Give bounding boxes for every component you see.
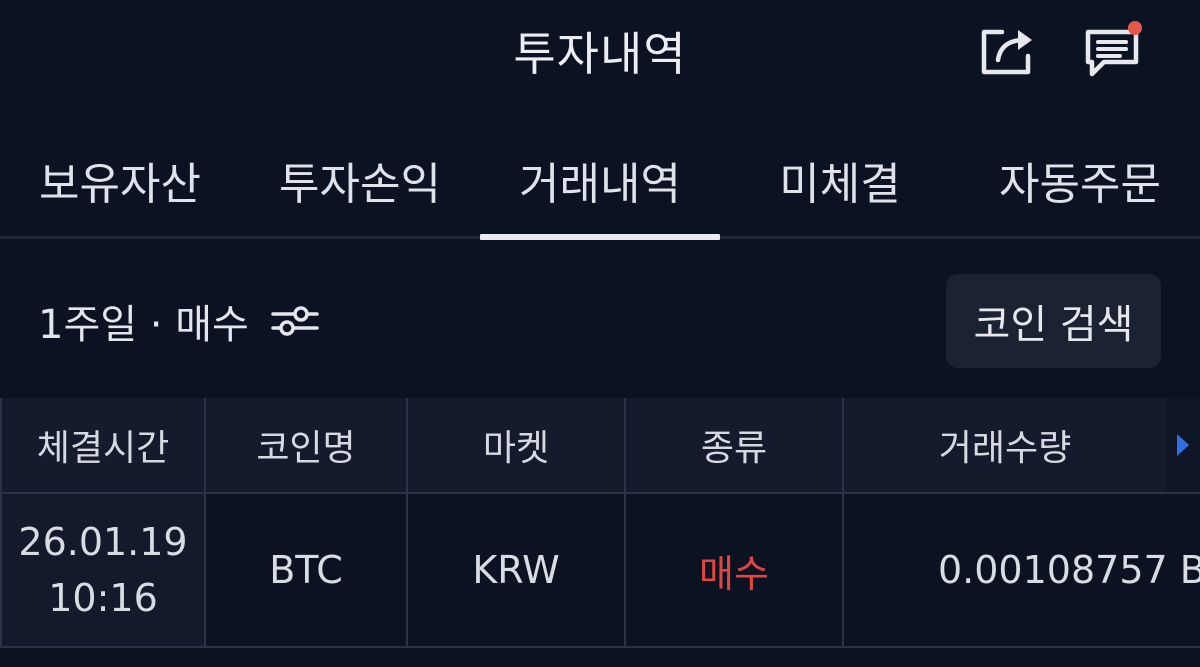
cell-trade-type: 매수 [626,494,844,648]
cell-trade-time: 26.01.19 10:16 [2,494,206,648]
notice-button[interactable] [1082,18,1146,82]
share-button[interactable] [976,18,1040,82]
column-header-coin: 코인명 [206,398,408,494]
scroll-right-button[interactable] [1166,398,1200,494]
column-header-market: 마켓 [408,398,626,494]
column-header-time: 체결시간 [2,398,206,494]
caret-right-icon [1177,434,1189,456]
tab-auto-orders[interactable]: 자동주문 [960,148,1200,220]
tab-transaction-history[interactable]: 거래내역 [480,148,720,220]
cell-quantity: 0.00108757 BTC [844,494,1200,648]
cell-market: KRW [408,494,626,648]
transaction-table: 체결시간 코인명 마켓 종류 거래수량 26.01.19 10:16 BTC K… [0,398,1200,650]
trade-date: 26.01.19 [18,520,188,564]
filter-label: 1주일 · 매수 [38,302,249,348]
active-tab-indicator [480,234,720,240]
tab-bar: 보유자산 투자손익 거래내역 미체결 자동주문 [0,130,1200,240]
tab-open-orders[interactable]: 미체결 [720,148,960,220]
column-header-quantity: 거래수량 [844,398,1166,494]
trade-time: 10:16 [48,576,158,620]
period-filter-button[interactable]: 1주일 · 매수 [38,292,319,350]
filter-sliders-icon [271,304,319,338]
column-header-type: 종류 [626,398,844,494]
tab-holdings[interactable]: 보유자산 [0,148,240,220]
app-header: 투자내역 [0,0,1200,100]
coin-search-button[interactable]: 코인 검색 [946,274,1161,368]
filter-row: 1주일 · 매수 코인 검색 [0,270,1200,370]
tab-profit-loss[interactable]: 투자손익 [240,148,480,220]
cell-coin: BTC [206,494,408,648]
notice-icon [1085,21,1142,77]
notification-dot [1128,21,1142,35]
share-icon [981,29,1032,75]
